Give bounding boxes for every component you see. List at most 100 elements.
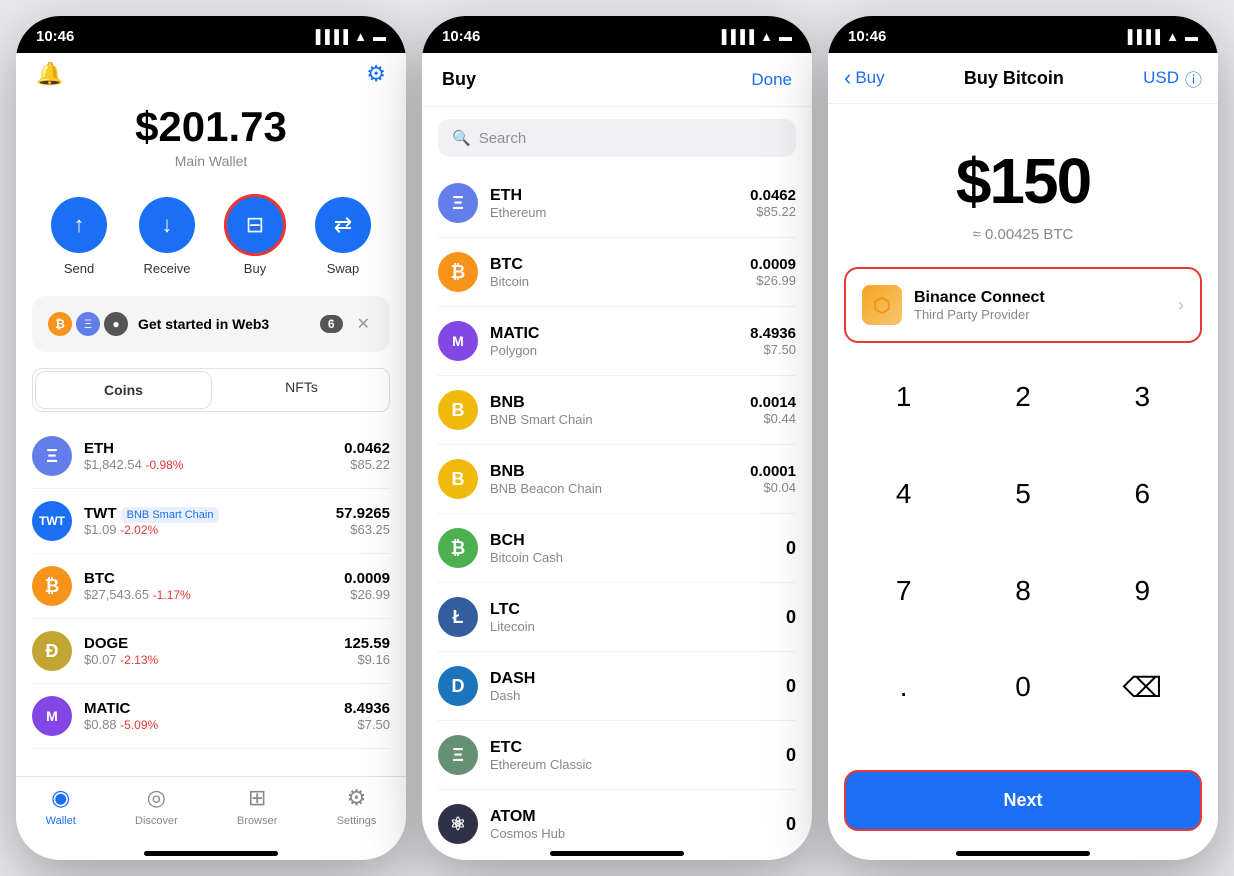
back-button[interactable]: ‹ Buy <box>844 65 885 91</box>
next-button[interactable]: Next <box>844 770 1202 831</box>
nav-discover[interactable]: ◎ Discover <box>135 785 178 827</box>
list-item[interactable]: ₿ BCH Bitcoin Cash 0 <box>438 514 796 583</box>
buy-list-content: Buy Done 🔍 Search Ξ ETH Ethereum <box>422 53 812 847</box>
list-item[interactable]: Ł LTC Litecoin 0 <box>438 583 796 652</box>
list-item[interactable]: ⚛ ATOM Cosmos Hub 0 <box>438 790 796 847</box>
buy-etc-values: 0 <box>786 745 796 766</box>
status-time-3: 10:46 <box>848 28 886 45</box>
wallet-actions: ↑ Send ↓ Receive ⊟ Buy ⇄ Swap <box>16 189 406 296</box>
buy-bnb-values: 0.0014 $0.44 <box>750 394 796 426</box>
settings-nav-icon: ⚙ <box>347 785 367 811</box>
done-button[interactable]: Done <box>751 70 792 90</box>
key-backspace[interactable]: ⌫ <box>1083 657 1202 717</box>
list-item[interactable]: ₿ BTC Bitcoin 0.0009 $26.99 <box>438 238 796 307</box>
provider-selector[interactable]: ⬡ Binance Connect Third Party Provider › <box>844 267 1202 343</box>
eth-logo: Ξ <box>32 436 72 476</box>
buy-dash-values: 0 <box>786 676 796 697</box>
btc-price: $27,543.65 -1.17% <box>84 587 332 602</box>
status-bar-3: 10:46 ▐▐▐▐ ▲ ▬ <box>828 16 1218 53</box>
battery-icon: ▬ <box>373 29 386 44</box>
key-5[interactable]: 5 <box>963 464 1082 524</box>
doge-info: DOGE $0.07 -2.13% <box>84 635 332 667</box>
status-time-2: 10:46 <box>442 28 480 45</box>
home-indicator <box>144 851 278 856</box>
wifi-icon-2: ▲ <box>760 29 773 44</box>
web3-close-icon[interactable]: ✕ <box>353 310 374 338</box>
buy-list-header: Buy Done <box>422 53 812 107</box>
list-item[interactable]: ₿ BTC $27,543.65 -1.17% 0.0009 $26.99 <box>32 554 390 619</box>
wifi-icon-3: ▲ <box>1166 29 1179 44</box>
buy-bch-values: 0 <box>786 538 796 559</box>
list-item[interactable]: D DASH Dash 0 <box>438 652 796 721</box>
extra-mini-icon: ● <box>104 312 128 336</box>
notification-icon[interactable]: 🔔 <box>36 61 63 87</box>
currency-selector[interactable]: USD ⓘ <box>1143 66 1202 91</box>
twt-info: TWT BNB Smart Chain $1.09 -2.02% <box>84 505 324 537</box>
signal-icon-2: ▐▐▐▐ <box>717 29 754 44</box>
list-item[interactable]: Ξ ETC Ethereum Classic 0 <box>438 721 796 790</box>
key-4[interactable]: 4 <box>844 464 963 524</box>
twt-values: 57.9265 $63.25 <box>336 505 390 537</box>
buy-action[interactable]: ⊟ Buy <box>227 197 283 276</box>
key-1[interactable]: 1 <box>844 367 963 427</box>
key-dot[interactable]: . <box>844 657 963 717</box>
provider-arrow-icon: › <box>1178 295 1184 316</box>
key-7[interactable]: 7 <box>844 561 963 621</box>
search-icon: 🔍 <box>452 129 471 147</box>
receive-action[interactable]: ↓ Receive <box>139 197 195 276</box>
key-6[interactable]: 6 <box>1083 464 1202 524</box>
settings-icon[interactable]: ⚙ <box>366 61 386 87</box>
signal-icon-3: ▐▐▐▐ <box>1123 29 1160 44</box>
buy-list-title: Buy <box>442 69 476 90</box>
coin-list: Ξ ETH $1,842.54 -0.98% 0.0462 $85.22 TWT <box>16 424 406 749</box>
buy-eth-info: ETH Ethereum <box>490 187 738 220</box>
nav-settings[interactable]: ⚙ Settings <box>337 785 377 827</box>
tab-coins[interactable]: Coins <box>35 371 212 409</box>
list-item[interactable]: TWT TWT BNB Smart Chain $1.09 -2.02% 57.… <box>32 489 390 554</box>
info-icon: ⓘ <box>1185 66 1202 91</box>
key-2[interactable]: 2 <box>963 367 1082 427</box>
list-item[interactable]: B BNB BNB Beacon Chain 0.0001 $0.04 <box>438 445 796 514</box>
wallet-header: 🔔 ⚙ <box>16 53 406 87</box>
swap-action[interactable]: ⇄ Swap <box>315 197 371 276</box>
matic-values: 8.4936 $7.50 <box>344 700 390 732</box>
list-item[interactable]: M MATIC Polygon 8.4936 $7.50 <box>438 307 796 376</box>
search-bar[interactable]: 🔍 Search <box>438 119 796 157</box>
buy-bnb2-info: BNB BNB Beacon Chain <box>490 463 738 496</box>
key-0[interactable]: 0 <box>963 657 1082 717</box>
key-3[interactable]: 3 <box>1083 367 1202 427</box>
key-8[interactable]: 8 <box>963 561 1082 621</box>
list-item[interactable]: Ξ ETH $1,842.54 -0.98% 0.0462 $85.22 <box>32 424 390 489</box>
tab-nfts[interactable]: NFTs <box>214 369 389 411</box>
key-9[interactable]: 9 <box>1083 561 1202 621</box>
nav-settings-label: Settings <box>337 815 377 827</box>
buy-btc-values: 0.0009 $26.99 <box>750 256 796 288</box>
btc-values: 0.0009 $26.99 <box>344 570 390 602</box>
phone-buy-list: 10:46 ▐▐▐▐ ▲ ▬ Buy Done 🔍 Search <box>422 16 812 860</box>
doge-price: $0.07 -2.13% <box>84 652 332 667</box>
web3-banner[interactable]: ₿ Ξ ● Get started in Web3 6 ✕ <box>32 296 390 352</box>
buy-atom-logo: ⚛ <box>438 804 478 844</box>
send-action[interactable]: ↑ Send <box>51 197 107 276</box>
web3-text: Get started in Web3 <box>138 316 310 332</box>
buy-dash-logo: D <box>438 666 478 706</box>
buy-label: Buy <box>244 261 266 276</box>
buy-bitcoin-title: Buy Bitcoin <box>964 68 1064 89</box>
send-label: Send <box>64 261 94 276</box>
chevron-left-icon: ‹ <box>844 65 851 91</box>
nav-browser[interactable]: ⊞ Browser <box>237 785 277 827</box>
list-item[interactable]: M MATIC $0.88 -5.09% 8.4936 $7.50 <box>32 684 390 749</box>
buy-matic-info: MATIC Polygon <box>490 325 738 358</box>
list-item[interactable]: B BNB BNB Smart Chain 0.0014 $0.44 <box>438 376 796 445</box>
list-item[interactable]: Ξ ETH Ethereum 0.0462 $85.22 <box>438 169 796 238</box>
home-indicator-3 <box>956 851 1090 856</box>
eth-info: ETH $1,842.54 -0.98% <box>84 440 332 472</box>
buy-etc-logo: Ξ <box>438 735 478 775</box>
web3-badge: 6 <box>320 315 343 333</box>
nav-wallet[interactable]: ◉ Wallet <box>46 785 76 827</box>
list-item[interactable]: Ð DOGE $0.07 -2.13% 125.59 $9.16 <box>32 619 390 684</box>
eth-values: 0.0462 $85.22 <box>344 440 390 472</box>
swap-label: Swap <box>327 261 360 276</box>
signal-icon: ▐▐▐▐ <box>311 29 348 44</box>
amount-value: $150 <box>848 144 1198 218</box>
